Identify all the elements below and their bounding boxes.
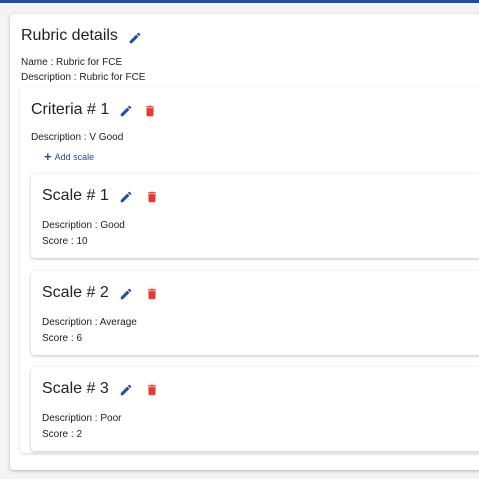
delete-criteria-button[interactable]: [141, 102, 159, 120]
scale-title: Scale # 3: [42, 380, 109, 397]
criteria-description: Description : V Good: [31, 132, 124, 143]
delete-scale-button[interactable]: [143, 285, 161, 303]
criteria-card: Criteria # 1 Description : V Good + Add …: [20, 87, 479, 453]
trash-icon: [147, 191, 156, 203]
scale-title-row: Scale # 1: [42, 185, 161, 207]
scale-card: Scale # 1 Description : Good Score : 10: [31, 174, 479, 258]
pencil-icon: [120, 288, 131, 300]
scale-title-row: Scale # 3: [42, 378, 161, 400]
add-scale-button[interactable]: + Add scale: [44, 149, 95, 164]
top-accent-bar: [0, 0, 479, 3]
scale-title-row: Scale # 2: [42, 282, 161, 304]
edit-criteria-button[interactable]: [117, 102, 135, 120]
rubric-name: Name : Rubric for FCE: [21, 57, 123, 68]
add-scale-label: Add scale: [54, 152, 95, 162]
trash-icon: [146, 105, 155, 117]
scale-card: Scale # 3 Description : Poor Score : 2: [31, 367, 479, 451]
pencil-icon: [129, 32, 141, 44]
pencil-icon: [120, 191, 131, 203]
trash-icon: [147, 384, 156, 396]
pencil-icon: [121, 105, 132, 117]
criteria-title: Criteria # 1: [31, 101, 110, 118]
scale-title: Scale # 2: [42, 284, 109, 301]
rubric-description: Description : Rubric for FCE: [21, 72, 146, 83]
delete-scale-button[interactable]: [143, 381, 161, 399]
scale-description: Description : Poor: [42, 413, 122, 424]
rubric-title-row: Rubric details: [21, 24, 144, 48]
plus-icon: +: [44, 149, 52, 164]
scale-card: Scale # 2 Description : Average Score : …: [31, 271, 479, 355]
scale-title: Scale # 1: [42, 187, 109, 204]
rubric-title: Rubric details: [21, 27, 118, 44]
scale-score: Score : 10: [42, 236, 88, 247]
scale-score: Score : 6: [42, 333, 83, 344]
edit-scale-button[interactable]: [117, 188, 135, 206]
pencil-icon: [120, 384, 131, 396]
scale-description: Description : Good: [42, 220, 125, 231]
rubric-details-card: Rubric details Name : Rubric for FCE Des…: [10, 14, 479, 470]
trash-icon: [147, 288, 156, 300]
edit-rubric-button[interactable]: [126, 29, 144, 47]
edit-scale-button[interactable]: [117, 381, 135, 399]
scale-score: Score : 2: [42, 429, 83, 440]
delete-scale-button[interactable]: [143, 188, 161, 206]
edit-scale-button[interactable]: [117, 285, 135, 303]
criteria-title-row: Criteria # 1: [31, 99, 159, 121]
scale-description: Description : Average: [42, 317, 137, 328]
